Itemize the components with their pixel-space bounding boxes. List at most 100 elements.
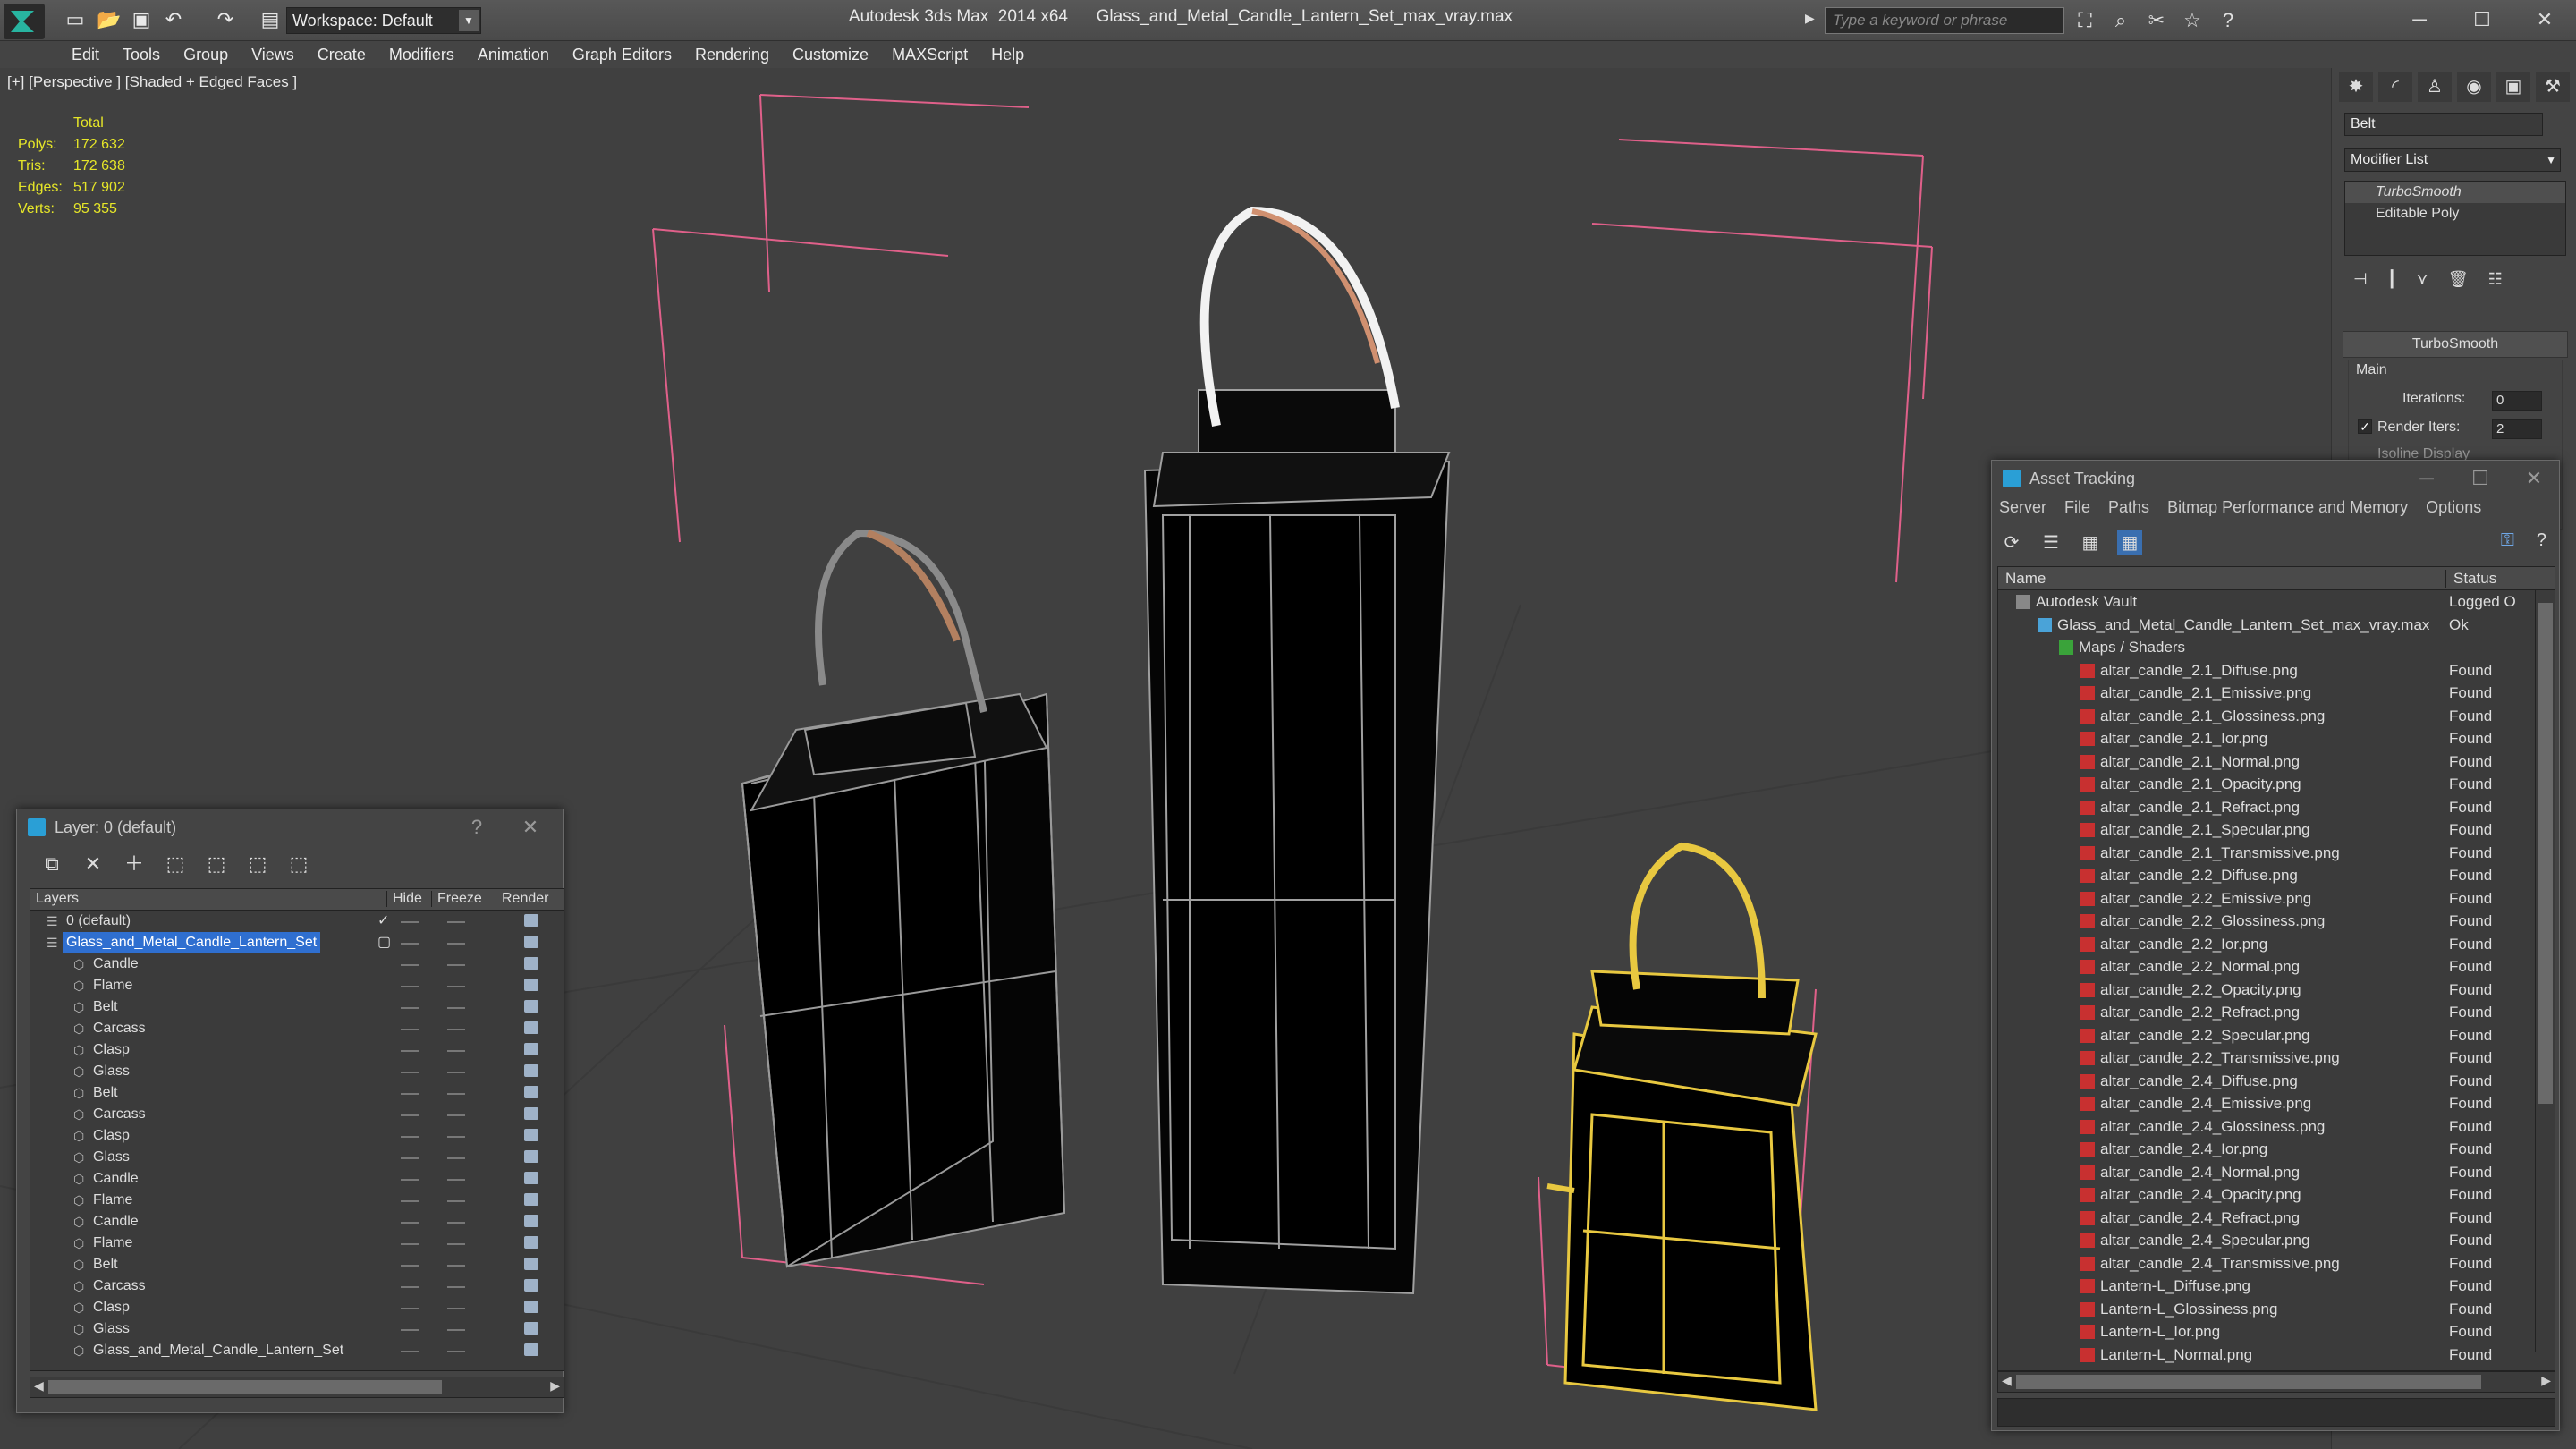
asset-file-row[interactable]: altar_candle_2.4_Emissive.png Found	[1998, 1092, 2535, 1115]
new-layer-icon[interactable]: ⧉	[37, 849, 67, 879]
asset-file-row[interactable]: altar_candle_2.1_Diffuse.png Found	[1998, 659, 2535, 682]
asset-file-row[interactable]: altar_candle_2.4_Opacity.png Found	[1998, 1183, 2535, 1207]
freeze-toggle[interactable]	[447, 1351, 465, 1352]
asset-file-row[interactable]: altar_candle_2.4_Refract.png Found	[1998, 1207, 2535, 1230]
app-logo-button[interactable]	[4, 4, 45, 39]
redo-icon[interactable]: ↷	[213, 7, 238, 32]
hide-toggle[interactable]	[401, 1114, 419, 1116]
close-button[interactable]: ✕	[2513, 4, 2576, 36]
hide-toggle[interactable]	[401, 943, 419, 945]
layer-object-row[interactable]: ⬡ Flame	[30, 1190, 564, 1211]
hierarchy-tab-icon[interactable]: ♙	[2418, 72, 2452, 102]
save-file-icon[interactable]: ▣	[129, 7, 154, 32]
layer-object-row[interactable]: ⬡ Clasp	[30, 1039, 564, 1061]
freeze-toggle[interactable]	[447, 1136, 465, 1138]
help-button[interactable]: ?	[459, 809, 495, 845]
render-teapot-icon[interactable]	[524, 1021, 538, 1034]
maximize-button[interactable]: ☐	[2451, 4, 2513, 36]
asset-file-row[interactable]: altar_candle_2.2_Glossiness.png Found	[1998, 910, 2535, 933]
layer-object-row[interactable]: ⬡ Carcass	[30, 1104, 564, 1125]
col-render[interactable]: Render	[496, 891, 548, 907]
asset-file-row[interactable]: altar_candle_2.4_Diffuse.png Found	[1998, 1070, 2535, 1093]
menu-customize[interactable]: Customize	[792, 41, 885, 68]
object-name-field[interactable]: Belt	[2344, 113, 2543, 136]
pin-stack-icon[interactable]: ⊣	[2353, 270, 2368, 289]
hide-toggle[interactable]	[401, 1157, 419, 1159]
asset-file-row[interactable]: altar_candle_2.1_Glossiness.png Found	[1998, 705, 2535, 728]
list-view-icon[interactable]: ☰	[2038, 530, 2063, 555]
create-tab-icon[interactable]: ✸	[2339, 72, 2373, 102]
menu-rendering[interactable]: Rendering	[695, 41, 785, 68]
hide-toggle[interactable]	[401, 1351, 419, 1352]
scroll-right-icon[interactable]: ▶	[2541, 1373, 2551, 1388]
configure-sets-icon[interactable]: ☷	[2488, 270, 2503, 289]
freeze-toggle[interactable]	[447, 1072, 465, 1073]
asset-file-row[interactable]: altar_candle_2.2_Transmissive.png Found	[1998, 1046, 2535, 1070]
render-teapot-icon[interactable]	[524, 1279, 538, 1292]
assets-vertical-scrollbar[interactable]	[2535, 590, 2555, 1352]
freeze-toggle[interactable]	[447, 1329, 465, 1331]
scrollbar-thumb[interactable]	[2016, 1375, 2481, 1389]
delete-layer-icon[interactable]: ✕	[78, 849, 108, 879]
layer-object-row[interactable]: ⬡ Glass_and_Metal_Candle_Lantern_Set	[30, 1340, 564, 1361]
menu-edit[interactable]: Edit	[72, 41, 115, 68]
vault-login-icon[interactable]: ⚿	[2501, 530, 2514, 551]
asset-file-row[interactable]: altar_candle_2.4_Specular.png Found	[1998, 1229, 2535, 1252]
render-teapot-icon[interactable]	[524, 1107, 538, 1120]
scrollbar-thumb[interactable]	[48, 1380, 442, 1394]
render-teapot-icon[interactable]	[524, 1193, 538, 1206]
render-teapot-icon[interactable]	[524, 1215, 538, 1227]
help-icon[interactable]: ?	[2215, 9, 2241, 32]
render-teapot-icon[interactable]	[524, 979, 538, 991]
render-teapot-icon[interactable]	[524, 1043, 538, 1055]
asset-file-row[interactable]: altar_candle_2.1_Emissive.png Found	[1998, 682, 2535, 705]
search-icon[interactable]: ⌕	[2107, 9, 2134, 32]
menu-options[interactable]: Options	[2426, 498, 2481, 517]
communication-center-icon[interactable]: ✂	[2143, 9, 2170, 32]
close-button[interactable]: ✕	[513, 809, 548, 845]
new-file-icon[interactable]: ▭	[63, 7, 88, 32]
layer-object-row[interactable]: ⬡ Glass	[30, 1147, 564, 1168]
asset-file-row[interactable]: altar_candle_2.2_Opacity.png Found	[1998, 979, 2535, 1002]
freeze-toggle[interactable]	[447, 1222, 465, 1224]
make-unique-icon[interactable]: ⋎	[2417, 270, 2428, 289]
freeze-toggle[interactable]	[447, 1114, 465, 1116]
layer-object-row[interactable]: ⬡ Belt	[30, 1082, 564, 1104]
menu-tools[interactable]: Tools	[123, 41, 176, 68]
assets-horizontal-scrollbar[interactable]: ◀ ▶	[1997, 1371, 2555, 1393]
layer-object-row[interactable]: ⬡ Carcass	[30, 1275, 564, 1297]
freeze-toggle[interactable]	[447, 1050, 465, 1052]
maximize-button[interactable]: ☐	[2462, 461, 2498, 496]
render-teapot-icon[interactable]	[524, 1322, 538, 1335]
asset-group-row[interactable]: Glass_and_Metal_Candle_Lantern_Set_max_v…	[1998, 614, 2535, 637]
scroll-left-icon[interactable]: ◀	[34, 1378, 44, 1394]
asset-file-row[interactable]: altar_candle_2.2_Emissive.png Found	[1998, 887, 2535, 911]
hide-toggle[interactable]	[401, 986, 419, 987]
layer-object-row[interactable]: ⬡ Glass	[30, 1061, 564, 1082]
current-layer-check-icon[interactable]: ✓	[377, 911, 389, 932]
add-to-layer-icon[interactable]: ＋	[119, 849, 149, 879]
render-iters-spinner[interactable]: 2	[2492, 419, 2542, 439]
asset-group-row[interactable]: Autodesk Vault Logged O	[1998, 590, 2535, 614]
asset-file-row[interactable]: altar_candle_2.4_Glossiness.png Found	[1998, 1115, 2535, 1139]
freeze-toggle[interactable]	[447, 1243, 465, 1245]
asset-file-row[interactable]: altar_candle_2.2_Diffuse.png Found	[1998, 864, 2535, 887]
col-hide[interactable]: Hide	[386, 891, 422, 907]
freeze-toggle[interactable]	[447, 943, 465, 945]
freeze-toggle[interactable]	[447, 986, 465, 987]
asset-file-row[interactable]: altar_candle_2.1_Opacity.png Found	[1998, 773, 2535, 796]
hide-toggle[interactable]	[401, 1308, 419, 1309]
freeze-toggle[interactable]	[447, 1007, 465, 1009]
menu-modifiers[interactable]: Modifiers	[389, 41, 470, 68]
asset-file-row[interactable]: altar_candle_2.1_Normal.png Found	[1998, 750, 2535, 774]
layer-object-row[interactable]: ⬡ Clasp	[30, 1125, 564, 1147]
asset-file-row[interactable]: altar_candle_2.2_Normal.png Found	[1998, 955, 2535, 979]
col-layers[interactable]: Layers	[36, 891, 79, 907]
open-file-icon[interactable]: 📂	[97, 7, 122, 32]
refresh-icon[interactable]: ⟳	[1999, 530, 2024, 555]
hide-toggle[interactable]	[401, 1050, 419, 1052]
col-freeze[interactable]: Freeze	[431, 891, 482, 907]
set-current-layer-icon[interactable]: ▢	[377, 932, 391, 953]
render-iters-checkbox[interactable]: ✓	[2358, 419, 2372, 434]
freeze-toggle[interactable]	[447, 1308, 465, 1309]
